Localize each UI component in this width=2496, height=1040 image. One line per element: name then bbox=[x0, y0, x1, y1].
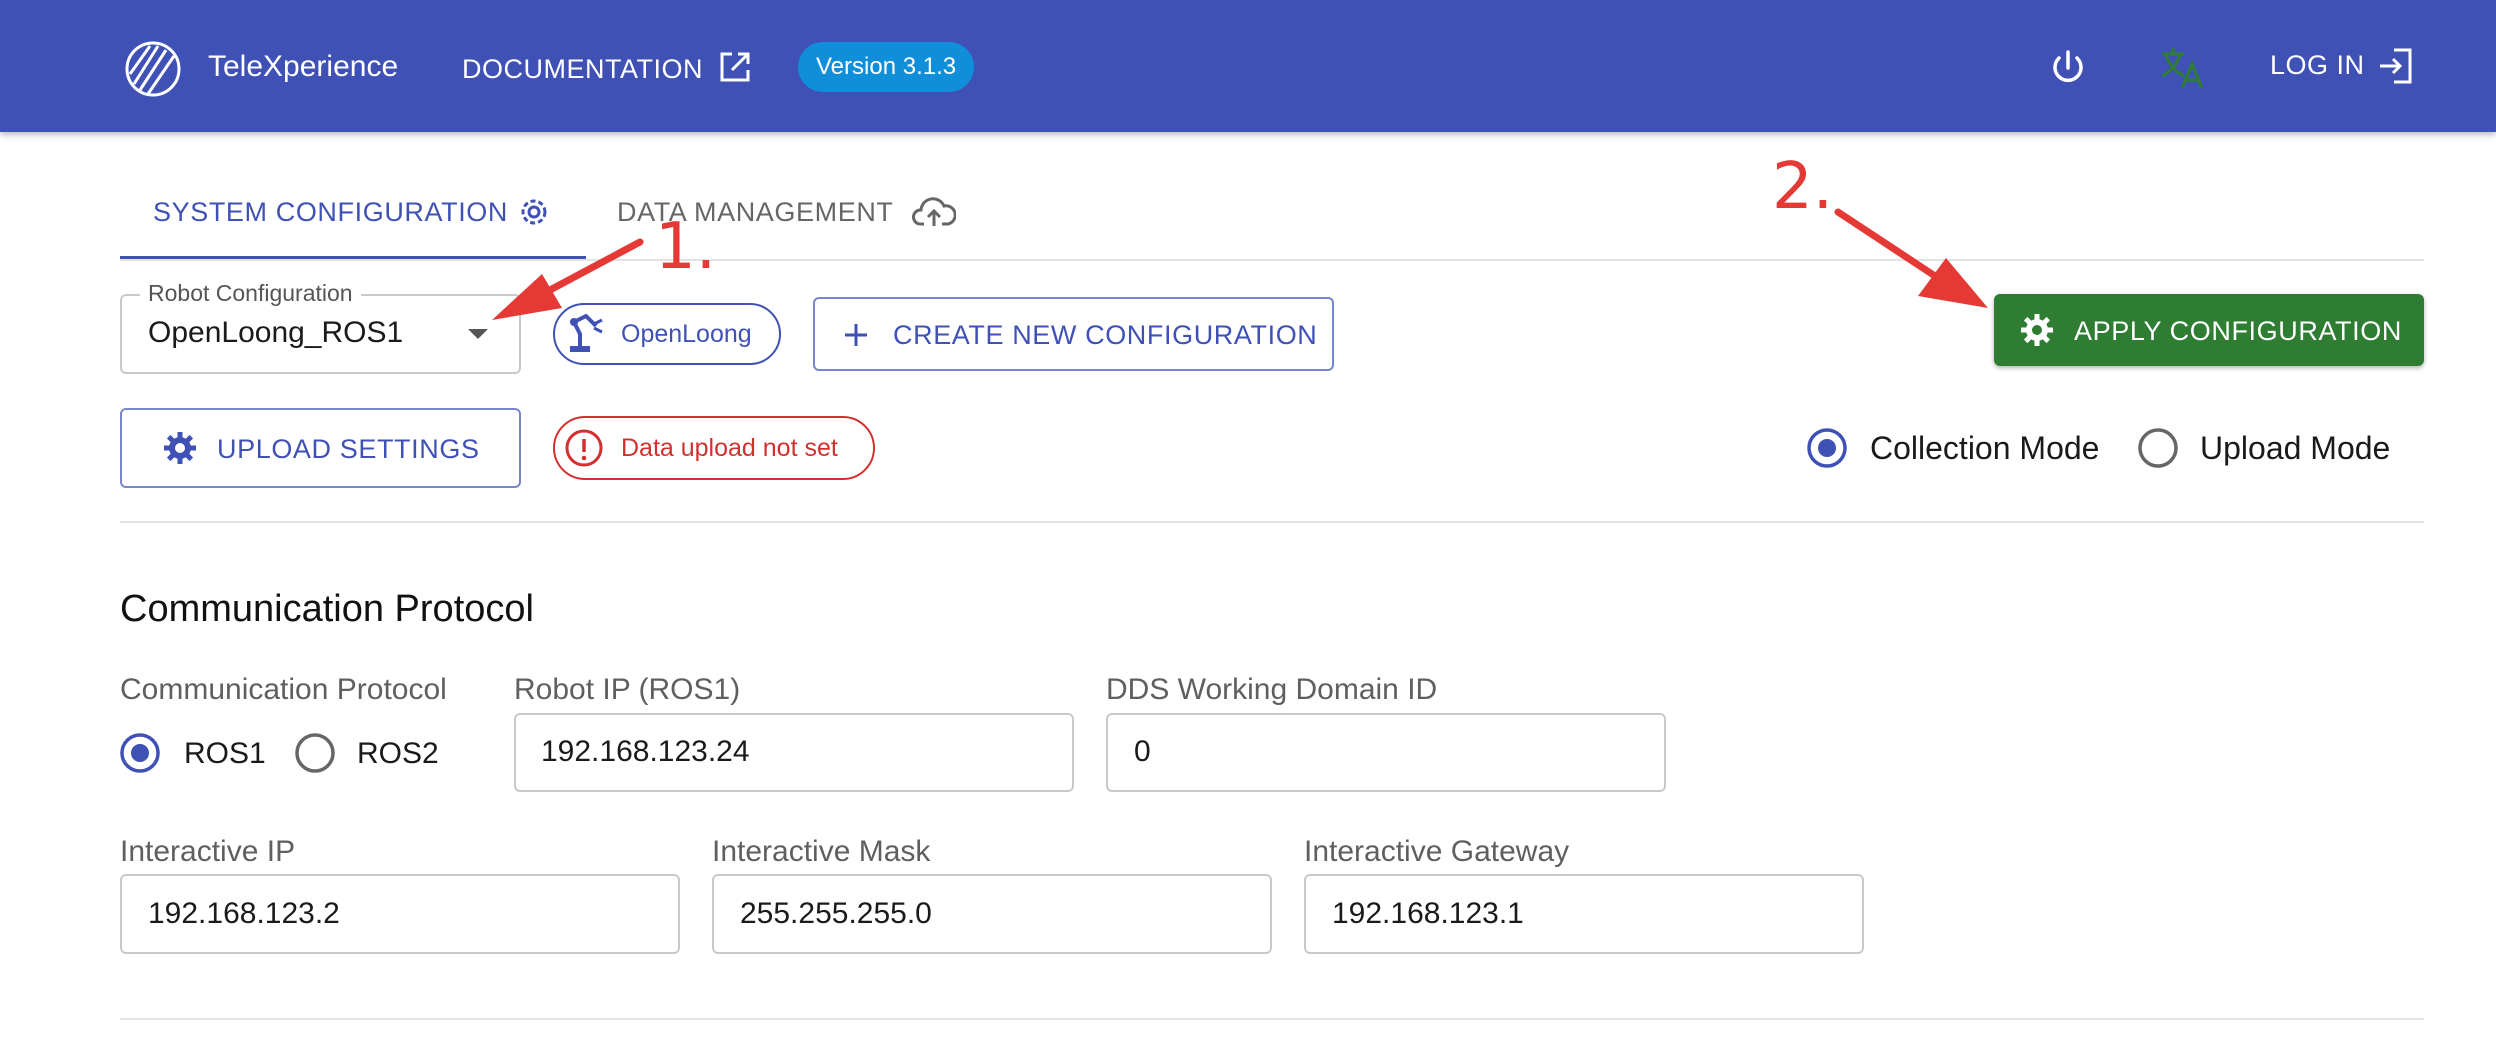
collection-mode-radio[interactable] bbox=[1806, 427, 1848, 469]
ros2-label[interactable]: ROS2 bbox=[357, 737, 439, 771]
dropdown-arrow-icon[interactable] bbox=[466, 326, 490, 342]
bottom-divider bbox=[120, 1018, 2424, 1020]
logo-icon[interactable] bbox=[124, 40, 182, 98]
annotation-arrow-1 bbox=[480, 228, 660, 328]
robot-ip-value: 192.168.123.24 bbox=[541, 735, 750, 768]
interactive-ip-value: 192.168.123.2 bbox=[148, 897, 340, 930]
collection-mode-label[interactable]: Collection Mode bbox=[1870, 430, 2099, 467]
brand-name[interactable]: TeleXperience bbox=[208, 50, 398, 84]
ros2-radio[interactable] bbox=[294, 732, 336, 774]
interactive-ip-label: Interactive IP bbox=[120, 835, 296, 868]
login-icon[interactable] bbox=[2376, 46, 2416, 86]
translate-icon[interactable] bbox=[2158, 44, 2206, 92]
dds-domain-value: 0 bbox=[1134, 735, 1151, 768]
interactive-mask-value: 255.255.255.0 bbox=[740, 897, 932, 930]
version-badge: Version 3.1.3 bbox=[798, 42, 975, 92]
dds-domain-input[interactable] bbox=[1106, 713, 1666, 792]
plus-icon bbox=[843, 322, 869, 348]
tab-system-configuration[interactable]: SYSTEM CONFIGURATION bbox=[153, 197, 508, 228]
app-bar: TeleXperience DOCUMENTATION Version 3.1.… bbox=[0, 0, 2496, 132]
cloud-upload-icon bbox=[912, 194, 956, 230]
create-new-configuration-label: CREATE NEW CONFIGURATION bbox=[893, 320, 1318, 350]
upload-status-label: Data upload not set bbox=[621, 434, 838, 462]
upload-mode-radio[interactable] bbox=[2137, 427, 2179, 469]
upload-settings-label: UPLOAD SETTINGS bbox=[217, 434, 480, 464]
interactive-gateway-value: 192.168.123.1 bbox=[1332, 897, 1524, 930]
ros1-label[interactable]: ROS1 bbox=[184, 737, 266, 771]
ros1-radio[interactable] bbox=[119, 732, 161, 774]
apply-configuration-label: APPLY CONFIGURATION bbox=[2074, 316, 2402, 346]
annotation-step-1: 1. bbox=[655, 210, 717, 284]
protocol-label: Communication Protocol bbox=[120, 673, 447, 706]
annotation-arrow-2 bbox=[1828, 200, 1998, 312]
power-icon[interactable] bbox=[2046, 46, 2090, 90]
robot-ip-label: Robot IP (ROS1) bbox=[514, 673, 741, 706]
login-button[interactable]: LOG IN bbox=[2270, 50, 2365, 81]
gear-icon bbox=[163, 431, 197, 465]
section-divider bbox=[120, 521, 2424, 523]
interactive-gateway-label: Interactive Gateway bbox=[1304, 835, 1570, 868]
interactive-mask-label: Interactive Mask bbox=[712, 835, 931, 868]
documentation-link[interactable]: DOCUMENTATION bbox=[462, 54, 703, 85]
robot-configuration-label: Robot Configuration bbox=[140, 280, 361, 307]
gear-icon bbox=[2020, 313, 2054, 347]
upload-mode-label[interactable]: Upload Mode bbox=[2200, 430, 2390, 467]
tabs-divider bbox=[120, 259, 2424, 261]
robot-configuration-value: OpenLoong_ROS1 bbox=[148, 316, 404, 349]
dds-domain-label: DDS Working Domain ID bbox=[1106, 673, 1438, 706]
info-icon bbox=[564, 428, 604, 468]
annotation-step-2: 2. bbox=[1772, 150, 1834, 224]
gear-icon bbox=[516, 194, 552, 230]
section-title: Communication Protocol bbox=[120, 588, 534, 630]
external-link-icon[interactable] bbox=[718, 50, 752, 84]
